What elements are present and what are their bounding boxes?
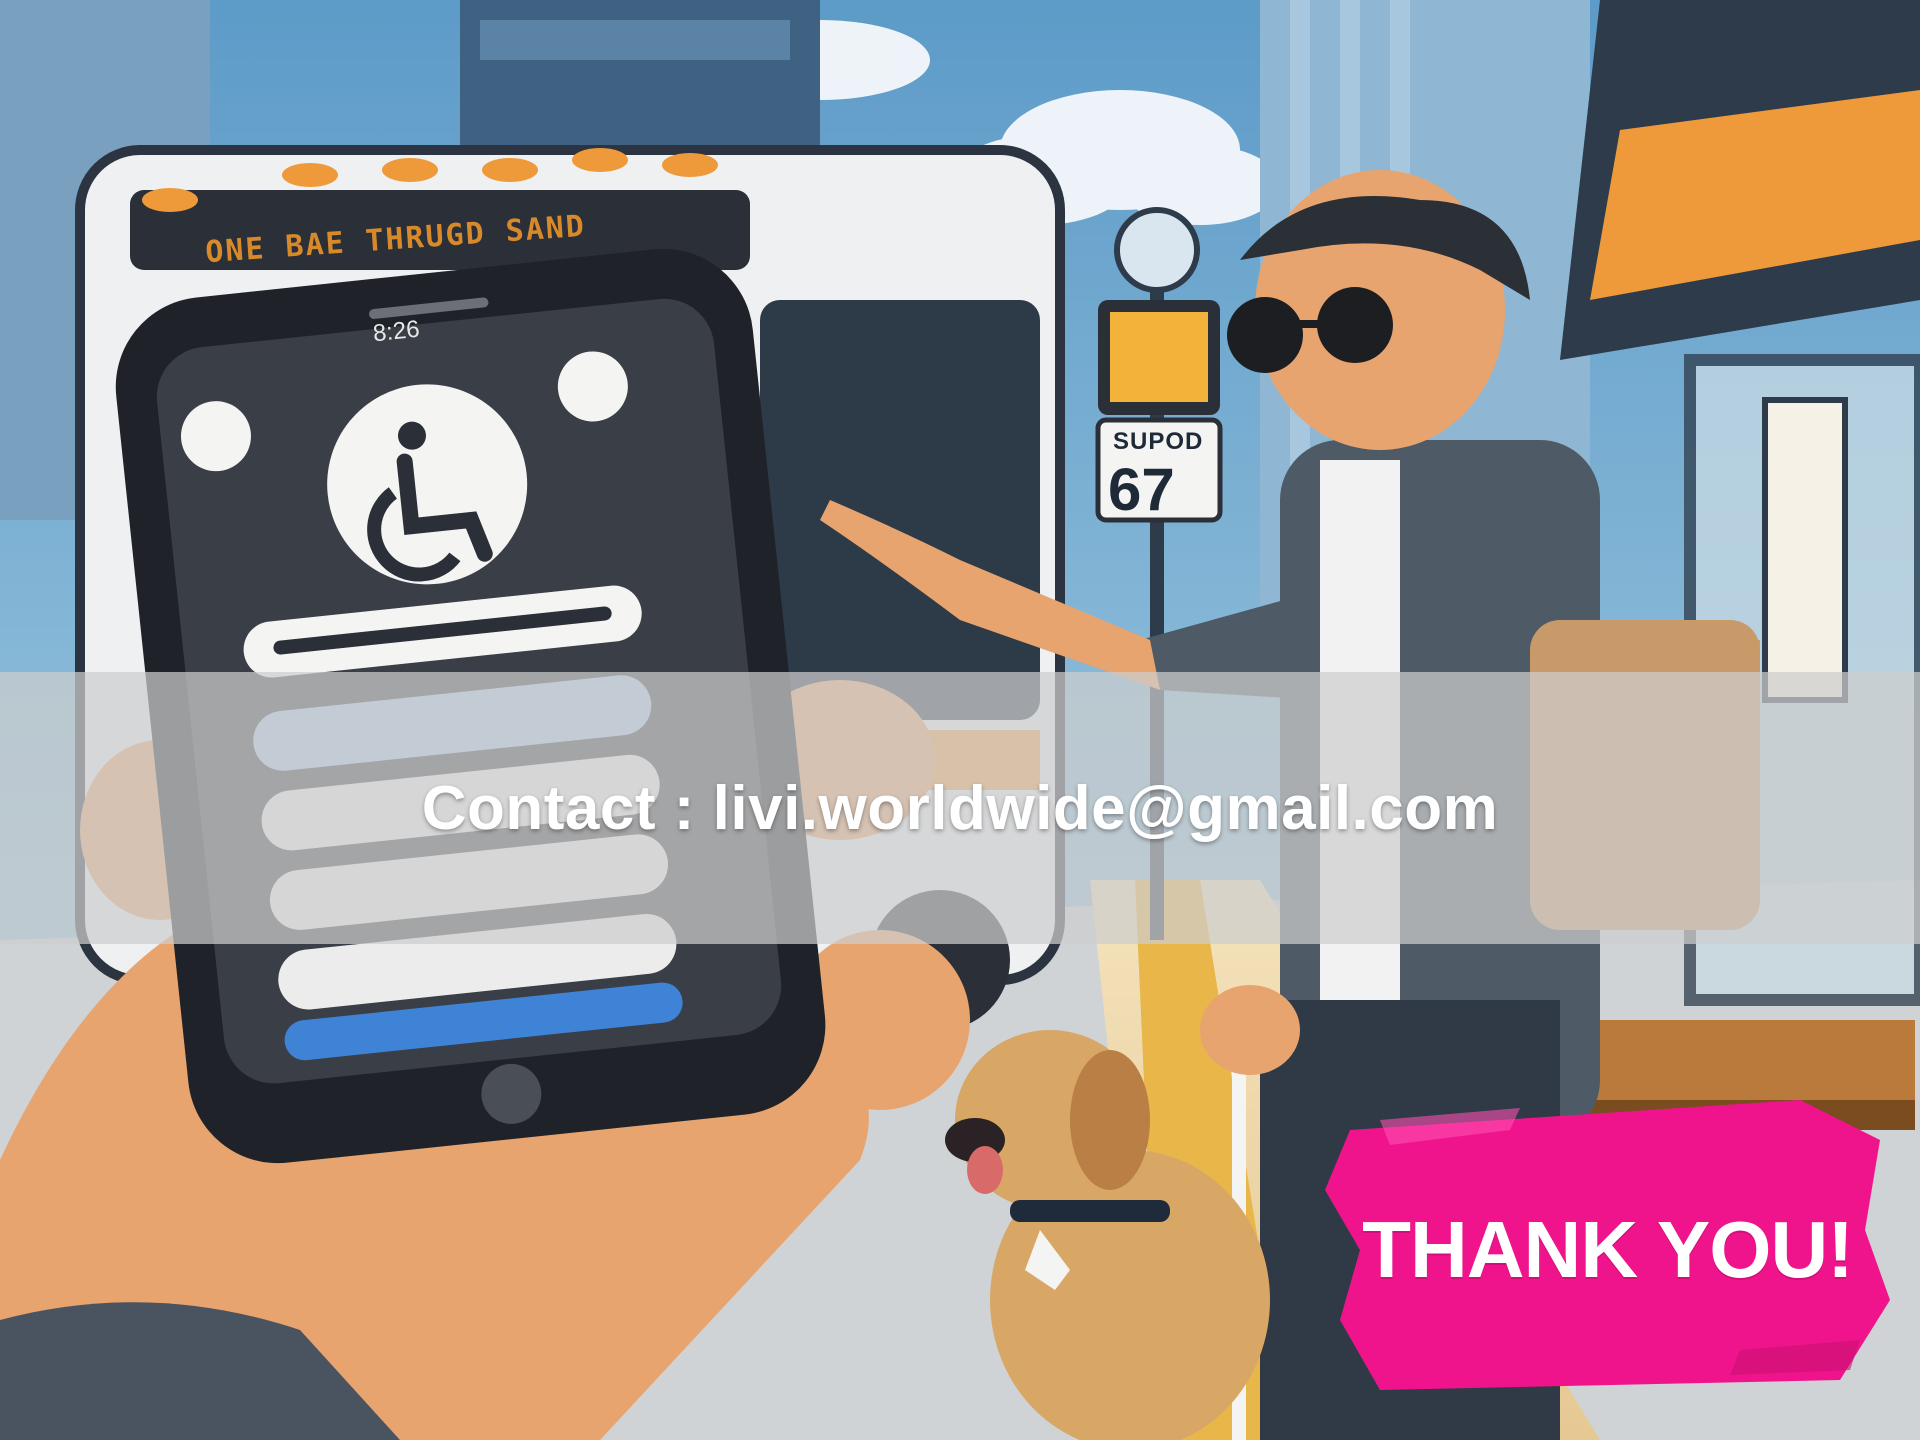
- thank-you-text: THANK YOU!: [1362, 1205, 1854, 1294]
- phone-time: 8:26: [371, 315, 421, 348]
- thank-you-badge: THANK YOU!: [1320, 1090, 1895, 1390]
- contact-email[interactable]: livi.worldwide@gmail.com: [713, 773, 1499, 844]
- contact-label: Contact: [421, 773, 657, 843]
- street-sign-number: 67: [1108, 456, 1175, 523]
- street-sign-label: SUPOD: [1113, 428, 1204, 455]
- contact-separator: :: [656, 773, 713, 843]
- slide: ONE BAE THRUGD SAND 8:26 SUPOD 67 Contac…: [0, 0, 1920, 1440]
- contact-line: Contact : livi.worldwide@gmail.com: [0, 672, 1920, 944]
